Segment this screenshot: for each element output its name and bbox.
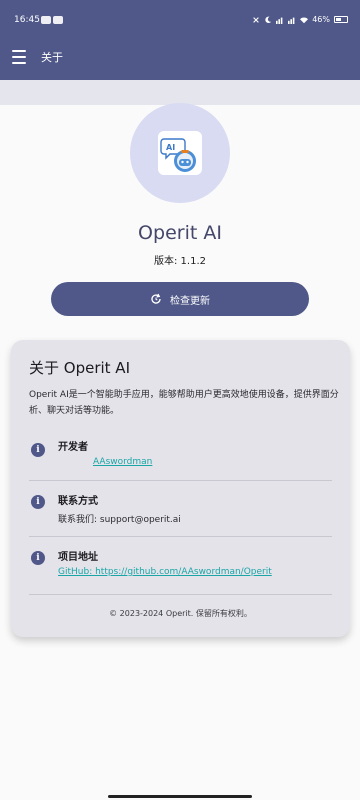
status-bar: 16:45 46%	[0, 0, 360, 34]
divider	[29, 594, 332, 595]
menu-button[interactable]	[12, 50, 28, 64]
check-update-button[interactable]: 检查更新	[51, 282, 309, 316]
notification-icon	[53, 16, 63, 24]
about-card: 关于 Operit AI Operit AI是一个智能助手应用，能够帮助用户更高…	[11, 340, 350, 637]
project-label: 项目地址	[58, 552, 98, 563]
status-icons: 46%	[252, 15, 348, 24]
app-name: Operit AI	[138, 222, 222, 244]
battery-icon	[334, 16, 348, 23]
copyright-footer: © 2023-2024 Operit. 保留所有权利。	[109, 609, 252, 618]
app-description: Operit AI是一个智能助手应用，能够帮助用户更高效地使用设备，提供界面分析…	[29, 390, 339, 416]
contact-label: 联系方式	[58, 496, 98, 507]
developer-label: 开发者	[58, 442, 88, 453]
info-icon: i	[31, 495, 45, 509]
wifi-icon	[300, 17, 309, 23]
notification-icon	[41, 16, 51, 24]
svg-text:AI: AI	[166, 143, 175, 152]
signal-icon	[288, 17, 295, 24]
developer-link[interactable]: AAswordman	[93, 457, 152, 467]
info-icon: i	[31, 443, 45, 457]
status-time: 16:45	[14, 15, 40, 25]
card-title: 关于 Operit AI	[29, 359, 130, 377]
divider	[29, 480, 332, 481]
moon-icon	[265, 16, 272, 23]
check-update-label: 检查更新	[170, 295, 210, 307]
info-icon: i	[31, 551, 45, 565]
refresh-icon	[151, 293, 161, 304]
mute-icon	[253, 16, 260, 23]
menu-icon	[12, 56, 26, 58]
page-title: 关于	[41, 51, 63, 64]
home-indicator[interactable]	[108, 795, 252, 798]
menu-icon	[12, 62, 26, 64]
contact-email[interactable]: 联系我们: support@operit.ai	[58, 512, 181, 525]
battery-percent: 46%	[312, 15, 330, 24]
version-text: 版本: 1.1.2	[154, 256, 206, 267]
divider	[29, 536, 332, 537]
signal-icon	[276, 17, 283, 24]
robot-logo-icon: AI	[160, 138, 196, 172]
project-link[interactable]: GitHub: https://github.com/AAswordman/Op…	[58, 567, 272, 577]
app-logo: AI	[158, 131, 202, 175]
app-bar: 16:45 46% 关于	[0, 0, 360, 80]
menu-icon	[12, 50, 26, 52]
top-area: 16:45 46% 关于	[0, 0, 360, 105]
